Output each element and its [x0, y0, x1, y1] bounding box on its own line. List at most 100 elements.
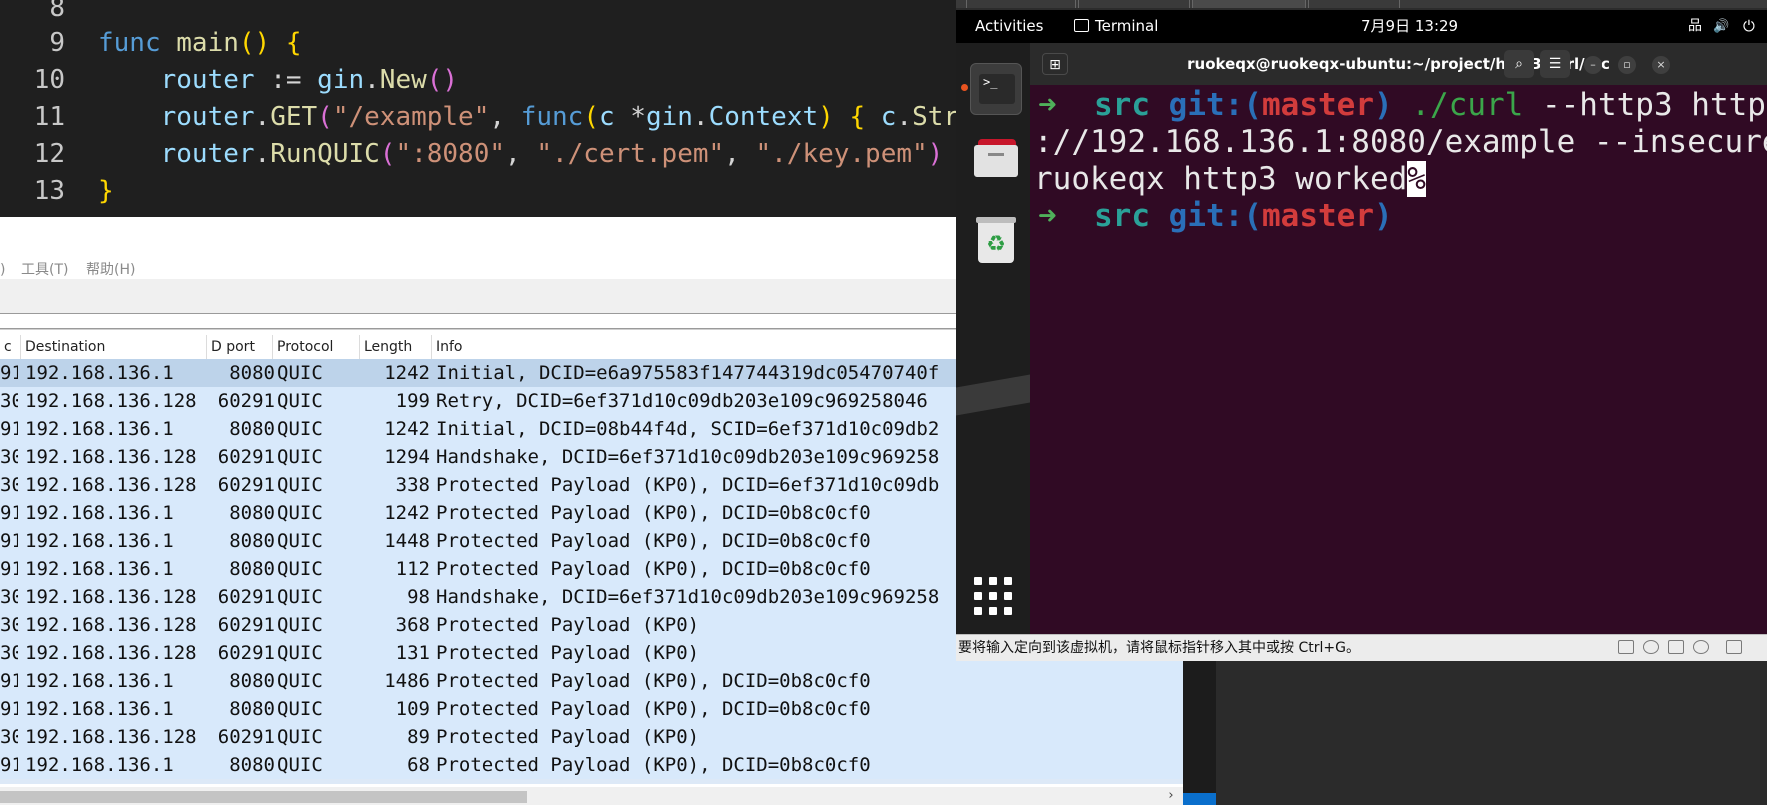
packet-dport: 8080 [229, 754, 275, 776]
vm-tab-active[interactable] [1192, 0, 1306, 8]
code-token: gin [645, 102, 693, 132]
folder-icon-slot [988, 153, 1004, 156]
clock[interactable]: 7月9日 13:29 [1361, 10, 1458, 43]
code-token: ( [379, 139, 396, 169]
show-apps-grid-icon[interactable] [974, 577, 1012, 615]
column-destination[interactable]: Destination [21, 335, 207, 360]
code-token: () [238, 28, 271, 58]
packet-info: Protected Payload (KP0), DCID=0b8c0cf0 [436, 698, 871, 720]
message-icon[interactable] [1726, 640, 1742, 654]
prompt-dir: src [1094, 198, 1150, 234]
code-token: * [614, 102, 646, 132]
packet-destination: 192.168.136.128 [25, 586, 197, 608]
dock-files-app[interactable] [970, 131, 1022, 183]
dock-terminal-app[interactable]: >_ [970, 63, 1022, 115]
menu-icon[interactable]: ☰ [1540, 50, 1570, 78]
terminal-body[interactable]: ➜ src git:(master) ./curl --http3 https … [1030, 85, 1767, 634]
packet-length: 1294 [384, 446, 430, 468]
packet-destination: 192.168.136.1 [25, 362, 174, 384]
terminal-line-2: ://192.168.136.1:8080/example --insecure [1034, 124, 1767, 160]
line-number: 11 [33, 102, 65, 132]
packet-protocol: QUIC [277, 614, 323, 636]
packet-row[interactable]: 91 192.168.136.1 8080 QUIC 1486 Protected Pay… [0, 667, 1183, 695]
packet-source: 91 [0, 502, 18, 524]
side-strip [1183, 660, 1216, 805]
packet-source: 91 [0, 362, 18, 384]
packet-dport: 8080 [229, 558, 275, 580]
scrollbar-thumb[interactable] [0, 791, 527, 803]
dock-trash-app[interactable]: ♻ [970, 213, 1022, 265]
search-icon[interactable]: ⌕ [1504, 50, 1534, 78]
column-length[interactable]: Length [360, 335, 432, 360]
scroll-right-icon[interactable]: › [1164, 787, 1178, 805]
packet-destination: 192.168.136.1 [25, 558, 174, 580]
column-source[interactable]: c [0, 335, 21, 360]
packet-info: Handshake, DCID=6ef371d10c09db203e109c96… [436, 446, 940, 468]
volume-icon[interactable]: 🔊 [1713, 10, 1729, 43]
packet-info: Protected Payload (KP0), DCID=0b8c0cf0 [436, 558, 871, 580]
code-line: 8 [0, 0, 65, 27]
packet-source: 91 [0, 558, 18, 580]
background-area [1183, 660, 1767, 805]
packet-destination: 192.168.136.128 [25, 446, 197, 468]
column-info[interactable]: Info [432, 335, 960, 360]
hdd-icon[interactable] [1618, 640, 1634, 654]
code-token: func [520, 102, 584, 132]
column-dport[interactable]: D port [207, 335, 273, 360]
horizontal-scrollbar[interactable]: › [0, 787, 1183, 805]
vm-tab[interactable] [1308, 0, 1400, 8]
packet-row[interactable]: 30 192.168.136.128 60291 QUIC 89 Protected Pa… [0, 723, 1183, 751]
display-filter-input[interactable] [0, 313, 960, 329]
new-tab-icon[interactable]: ⊞ [1042, 53, 1068, 75]
code-line: 10 router := gin.New() [0, 62, 458, 99]
recycle-icon: ♻ [986, 232, 1006, 257]
code-token: c [880, 102, 897, 132]
prompt-dir: src [1094, 87, 1150, 123]
packet-length: 109 [395, 698, 430, 720]
code-token: , [489, 102, 521, 132]
packet-protocol: QUIC [277, 390, 323, 412]
line-number: 13 [33, 176, 65, 206]
packet-destination: 192.168.136.1 [25, 670, 174, 692]
packet-protocol: QUIC [277, 474, 323, 496]
code-text: router.RunQUIC(":8080", "./cert.pem", ".… [98, 136, 944, 173]
cd-icon[interactable] [1643, 640, 1659, 654]
code-text: router.GET("/example", func(c *gin.Conte… [98, 99, 956, 136]
terminal-line-1: ➜ src git:(master) ./curl --http3 https [1038, 87, 1767, 124]
packet-length: 68 [407, 754, 430, 776]
prompt-branch-open: ( [1243, 198, 1262, 234]
minimize-icon[interactable]: – [1584, 56, 1602, 74]
packet-protocol: QUIC [277, 362, 323, 384]
packet-info: Protected Payload (KP0) [436, 614, 700, 636]
prompt-branch: master [1262, 198, 1374, 234]
packet-length: 98 [407, 586, 430, 608]
usb-icon[interactable] [1693, 640, 1709, 654]
code-token: Strin [912, 102, 956, 132]
code-token: c [598, 102, 615, 132]
packet-list-header: c Destination D port Protocol Length Inf… [0, 335, 960, 361]
code-token: "./key.pem" [755, 139, 928, 169]
code-editor[interactable]: 8 9 func main() {10 router := gin.New() 11 … [0, 0, 956, 217]
network-adapter-icon[interactable] [1668, 640, 1684, 654]
vm-tab[interactable] [1078, 0, 1190, 8]
code-token: , [724, 139, 756, 169]
vm-tab[interactable] [966, 0, 1076, 8]
code-text: func main() { [98, 25, 302, 62]
packet-protocol: QUIC [277, 754, 323, 776]
code-token: ) [927, 139, 944, 169]
packet-dport: 60291 [217, 586, 275, 608]
column-protocol[interactable]: Protocol [273, 335, 360, 360]
network-icon[interactable]: 品 [1688, 10, 1702, 43]
dock: >_ ♻ [956, 43, 1030, 634]
packet-dport: 60291 [217, 474, 275, 496]
close-icon[interactable]: × [1652, 56, 1670, 74]
activities-button[interactable]: Activities [975, 10, 1043, 43]
packet-row[interactable]: 91 192.168.136.1 8080 QUIC 68 Protected Paylo… [0, 751, 1183, 779]
packet-row[interactable]: 91 192.168.136.1 8080 QUIC 109 Protected Payl… [0, 695, 1183, 723]
maximize-icon[interactable]: ▫ [1618, 56, 1636, 74]
packet-source: 30 [0, 614, 18, 636]
power-icon[interactable]: ⏻ [1743, 10, 1755, 43]
terminal-app-menu[interactable]: Terminal [1074, 10, 1158, 43]
